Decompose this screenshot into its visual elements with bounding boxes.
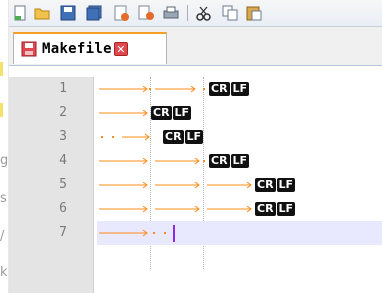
eol-marker: CR LF bbox=[255, 202, 296, 216]
open-folder-icon[interactable] bbox=[33, 4, 51, 22]
eol-marker-lf: LF bbox=[184, 130, 204, 144]
line-number: 1 bbox=[59, 81, 67, 96]
eol-marker-lf: LF bbox=[276, 202, 296, 216]
line-number: 3 bbox=[59, 129, 67, 144]
eol-marker: CR LF bbox=[255, 178, 296, 192]
save-icon[interactable] bbox=[59, 4, 77, 22]
tab-arrow-icon bbox=[99, 157, 148, 165]
tab-arrow-icon bbox=[99, 205, 148, 213]
partial-char: k bbox=[0, 265, 8, 280]
tab-makefile[interactable]: Makefile ✕ bbox=[13, 32, 167, 64]
whitespace-markers bbox=[99, 229, 166, 237]
space-dot-icon bbox=[112, 136, 114, 138]
eol-marker: CR LF bbox=[151, 106, 192, 120]
tab-arrow-icon bbox=[155, 181, 200, 189]
eol-marker-cr: CR bbox=[255, 202, 276, 216]
highlight-mark bbox=[0, 103, 3, 117]
line-number: 4 bbox=[59, 153, 67, 168]
partial-char: s bbox=[0, 191, 7, 206]
space-dot-icon bbox=[164, 232, 166, 234]
toolbar-separator bbox=[187, 5, 188, 21]
eol-marker-lf: LF bbox=[276, 178, 296, 192]
tab-arrow-icon bbox=[207, 181, 252, 189]
whitespace-markers bbox=[99, 109, 148, 117]
line-number: 5 bbox=[59, 177, 67, 192]
line-number: 6 bbox=[59, 201, 67, 216]
tab-close-icon[interactable]: ✕ bbox=[113, 42, 128, 56]
tab-bar: Makefile ✕ bbox=[9, 27, 382, 66]
close-icon[interactable] bbox=[112, 4, 130, 22]
eol-marker: CR LF bbox=[209, 82, 250, 96]
space-dot-icon bbox=[203, 88, 205, 90]
eol-marker-lf: LF bbox=[230, 154, 250, 168]
toolbar bbox=[9, 0, 382, 27]
paste-icon[interactable] bbox=[245, 4, 263, 22]
background-window-edge: g s / k bbox=[0, 0, 9, 293]
space-dot-icon bbox=[203, 160, 205, 162]
copy-icon[interactable] bbox=[221, 4, 239, 22]
space-dot-icon bbox=[101, 136, 103, 138]
tab-arrow-icon bbox=[99, 85, 148, 93]
save-all-icon[interactable] bbox=[85, 4, 103, 22]
tab-arrow-icon bbox=[99, 181, 148, 189]
line-number: 7 bbox=[59, 225, 67, 240]
text-caret bbox=[173, 225, 175, 242]
partial-char: g bbox=[0, 153, 9, 168]
space-dot-icon bbox=[153, 232, 155, 234]
eol-marker-lf: LF bbox=[230, 82, 250, 96]
space-dot-icon bbox=[149, 88, 151, 90]
tab-arrow-icon bbox=[99, 229, 148, 237]
tab-arrow-icon bbox=[155, 157, 200, 165]
eol-marker-cr: CR bbox=[163, 130, 184, 144]
editor[interactable]: 1 CR LF 2 CR LF 3 CR LF 4 CR LF 5 CR LF 6 CR LF 7 bbox=[9, 77, 382, 293]
eol-marker-cr: CR bbox=[209, 154, 230, 168]
partial-char: / bbox=[0, 229, 5, 244]
highlight-mark bbox=[0, 62, 3, 76]
eol-marker: CR LF bbox=[209, 154, 250, 168]
eol-marker-cr: CR bbox=[151, 106, 172, 120]
unsaved-file-icon bbox=[21, 41, 37, 57]
tab-arrow-icon bbox=[99, 109, 148, 117]
tab-arrow-icon bbox=[155, 85, 196, 93]
whitespace-markers bbox=[99, 85, 205, 93]
tab-arrow-icon bbox=[122, 133, 150, 141]
tab-arrow-icon bbox=[207, 205, 252, 213]
eol-marker-cr: CR bbox=[255, 178, 276, 192]
eol-marker: CR LF bbox=[163, 130, 204, 144]
eol-marker-cr: CR bbox=[209, 82, 230, 96]
tab-arrow-icon bbox=[155, 205, 200, 213]
new-file-icon[interactable] bbox=[11, 4, 29, 22]
close-all-icon[interactable] bbox=[137, 4, 155, 22]
cut-icon[interactable] bbox=[195, 4, 213, 22]
tab-label: Makefile bbox=[42, 41, 112, 57]
print-icon[interactable] bbox=[162, 4, 180, 22]
whitespace-markers bbox=[99, 157, 205, 165]
eol-marker-lf: LF bbox=[172, 106, 192, 120]
line-number: 2 bbox=[59, 105, 67, 120]
